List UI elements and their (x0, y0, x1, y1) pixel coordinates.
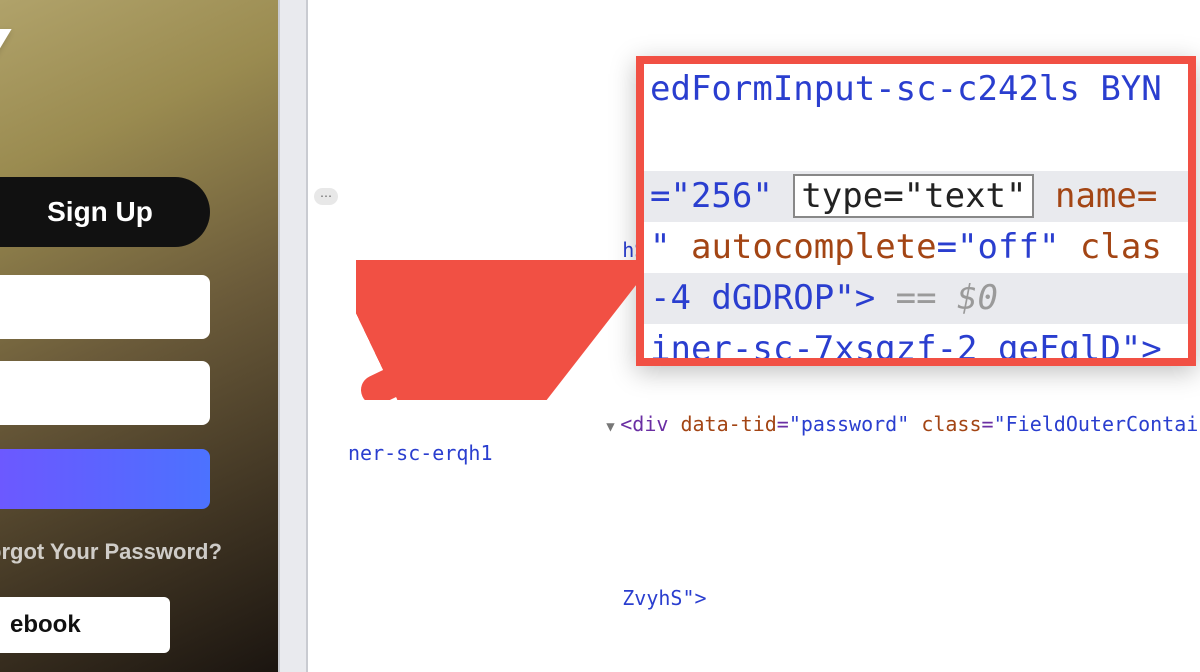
zoom-line: ="256" type="text" name= (644, 171, 1188, 222)
devtools-splitter[interactable] (278, 0, 308, 672)
annotation-zoom-overlay: edFormInput-sc-c242ls BYN ="256" type="t… (636, 56, 1196, 366)
logo: Y (0, 18, 278, 117)
zoom-line (644, 115, 1188, 171)
highlighted-attribute: type="text" (793, 174, 1034, 218)
zoom-line: " autocomplete="off" clas (644, 222, 1188, 273)
dom-node[interactable]: ▼<div data-tid="password" class="FieldOu… (348, 381, 1200, 497)
zoom-line: -4 dGDROP"> == $0 (644, 273, 1188, 324)
zoom-line: iner-sc-7xsgzf-2 geFglD"> (644, 324, 1188, 366)
expand-toggle-icon[interactable]: ▼ (606, 417, 620, 437)
facebook-login-button[interactable]: ebook (0, 597, 170, 653)
breakpoint-marker-icon[interactable]: ⋯ (314, 188, 338, 205)
dom-node[interactable]: ZvyhS"> (348, 555, 1200, 642)
password-field[interactable] (0, 361, 210, 425)
forgot-password-link[interactable]: orgot Your Password? (0, 539, 278, 565)
log-in-button[interactable] (0, 449, 210, 509)
zoom-line: edFormInput-sc-c242ls BYN (644, 64, 1188, 115)
login-page: Y Sign Up orgot Your Password? ebook (0, 0, 278, 672)
sign-up-button[interactable]: Sign Up (0, 177, 210, 247)
email-field[interactable] (0, 275, 210, 339)
